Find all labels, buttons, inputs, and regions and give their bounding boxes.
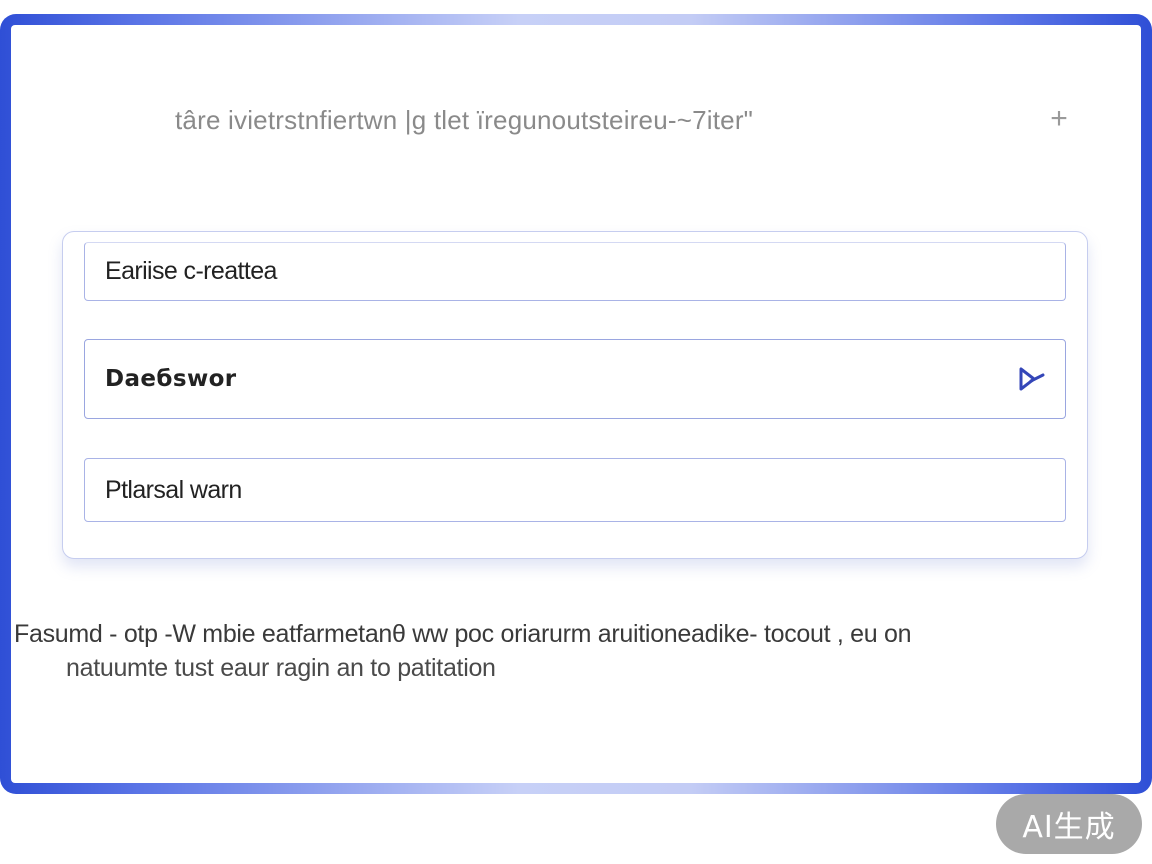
description-line-1: Fasumd - otp -W mbie eatfarmetanθ ww poc… [14, 620, 912, 648]
close-button[interactable]: + [1043, 103, 1075, 135]
dialog-frame: târe ivietrstnfiertwn |g tlet ïregunouts… [0, 14, 1152, 794]
dialog: târe ivietrstnfiertwn |g tlet ïregunouts… [11, 25, 1141, 783]
password-field[interactable]: Daeбswor [84, 339, 1066, 419]
field-3-value: Ptlarsal warn [105, 475, 242, 504]
field-1-value: Eariise c-reattea [105, 257, 277, 285]
plus-icon: + [1050, 102, 1068, 135]
description-line-2: natuumte tust eaur ragin an to patitatio… [66, 654, 496, 682]
ai-generated-badge: AI生成 [996, 794, 1142, 854]
text-field-1[interactable]: Eariise c-reattea [84, 242, 1066, 301]
play-arrow-icon[interactable] [1017, 366, 1047, 392]
text-field-3[interactable]: Ptlarsal warn [84, 458, 1066, 522]
description-text: Fasumd - otp -W mbie eatfarmetanθ ww poc… [14, 617, 1124, 685]
form-card: Eariise c-reattea Daeбswor Ptlarsal warn [62, 231, 1088, 559]
dialog-title: târe ivietrstnfiertwn |g tlet ïregunouts… [175, 105, 754, 135]
password-field-value: Daeбswor [105, 366, 237, 392]
